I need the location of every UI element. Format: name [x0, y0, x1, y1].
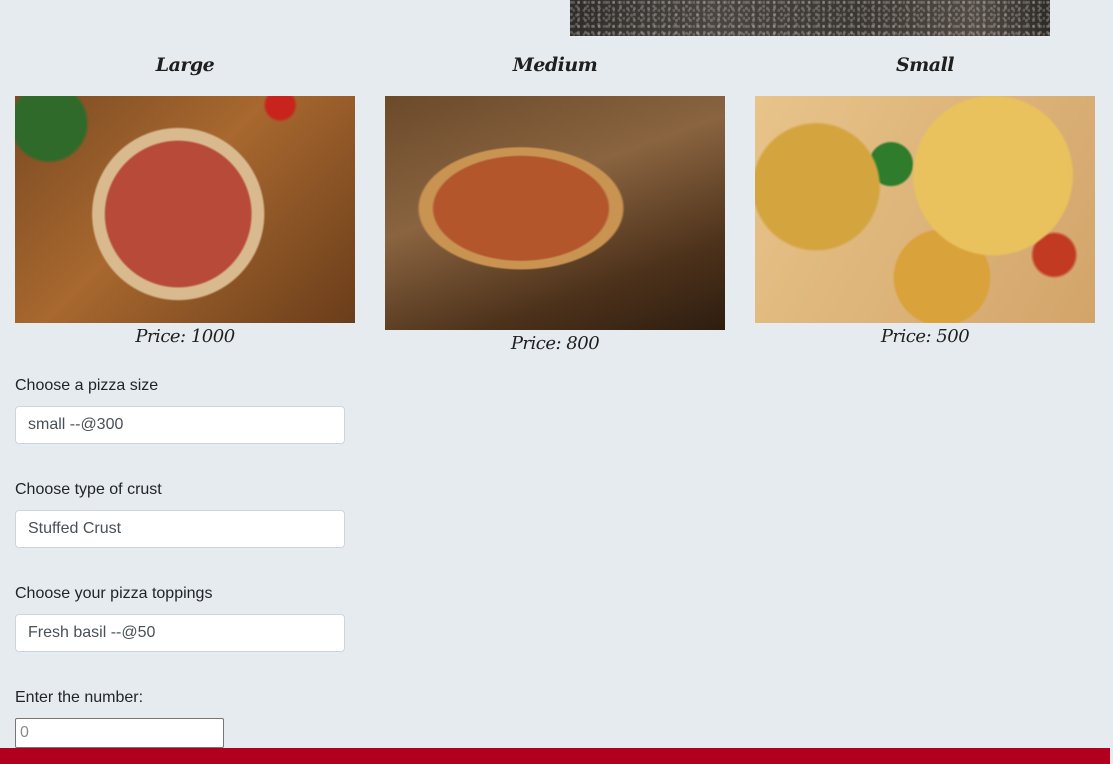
pizza-card-small: Small Price: 500 [755, 50, 1095, 347]
pizza-card-large: Large Price: 1000 [15, 50, 355, 347]
pizza-image-medium [385, 96, 725, 330]
footer-bar [0, 748, 1110, 764]
pizza-card-medium: Medium Price: 800 [385, 50, 725, 354]
order-form: Choose a pizza size small --@300 Choose … [15, 375, 345, 764]
crust-type-select[interactable]: Stuffed Crust [15, 510, 345, 548]
pizza-price: Price: 500 [880, 326, 970, 347]
pizza-size-title: Small [895, 54, 955, 76]
toppings-label: Choose your pizza toppings [15, 585, 213, 602]
pizza-image-small [755, 96, 1095, 323]
pizza-number-input[interactable] [15, 718, 224, 748]
crust-type-label: Choose type of crust [15, 481, 162, 498]
number-label: Enter the number: [15, 689, 144, 706]
toppings-select[interactable]: Fresh basil --@50 [15, 614, 345, 652]
pizza-image-large [15, 96, 355, 323]
pizza-price: Price: 1000 [135, 326, 235, 347]
pizza-size-title: Large [155, 54, 215, 76]
pizza-size-select[interactable]: small --@300 [15, 406, 345, 444]
pizza-price: Price: 800 [510, 333, 600, 354]
hero-banner-image [570, 0, 1050, 36]
pizza-size-title: Medium [512, 54, 598, 76]
pizza-size-label: Choose a pizza size [15, 377, 159, 394]
